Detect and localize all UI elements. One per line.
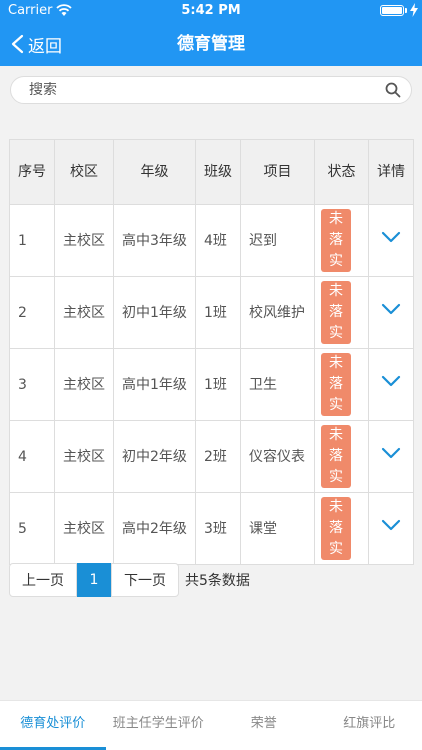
expand-chevron-down-icon[interactable] (379, 441, 403, 465)
header-index: 序号 (9, 139, 55, 205)
search-input[interactable] (29, 82, 385, 98)
cell-campus: 主校区 (54, 348, 114, 421)
records-table: 序号 校区 年级 班级 项目 状态 详情 1 主校区 高中3年级 4班 迟到 未… (9, 139, 414, 565)
table-row: 4 主校区 初中2年级 2班 仪容仪表 未落实 (9, 420, 414, 493)
cell-detail (368, 492, 414, 565)
header-class: 班级 (195, 139, 241, 205)
cell-index: 1 (9, 204, 55, 277)
expand-chevron-down-icon[interactable] (379, 513, 403, 537)
back-button[interactable]: 返回 (10, 22, 62, 66)
tab-red-flag-rating[interactable]: 红旗评比 (317, 701, 422, 750)
header-status: 状态 (314, 139, 369, 205)
battery-tip (405, 8, 407, 13)
tab-honors[interactable]: 荣誉 (211, 701, 317, 750)
table-row: 3 主校区 高中1年级 1班 卫生 未落实 (9, 348, 414, 421)
cell-grade: 高中2年级 (113, 492, 196, 565)
cell-grade: 初中1年级 (113, 276, 196, 349)
status-badge: 未落实 (321, 425, 351, 488)
cell-grade: 高中3年级 (113, 204, 196, 277)
cell-item: 仪容仪表 (240, 420, 315, 493)
cell-grade: 初中2年级 (113, 420, 196, 493)
status-badge: 未落实 (321, 281, 351, 344)
cell-class: 1班 (195, 348, 241, 421)
cell-status: 未落实 (314, 276, 369, 349)
expand-chevron-down-icon[interactable] (379, 369, 403, 393)
expand-chevron-down-icon[interactable] (379, 225, 403, 249)
battery-fill (382, 7, 402, 14)
cell-detail (368, 204, 414, 277)
table-header-row: 序号 校区 年级 班级 项目 状态 详情 (9, 139, 414, 205)
clock: 5:42 PM (181, 3, 241, 18)
table-row: 5 主校区 高中2年级 3班 课堂 未落实 (9, 492, 414, 565)
cell-status: 未落实 (314, 204, 369, 277)
cell-item: 课堂 (240, 492, 315, 565)
status-badge: 未落实 (321, 497, 351, 560)
tab-moral-office-evaluation[interactable]: 德育处评价 (0, 701, 106, 750)
cell-detail (368, 420, 414, 493)
cell-status: 未落实 (314, 420, 369, 493)
chevron-left-icon (11, 34, 24, 54)
table-row: 2 主校区 初中1年级 1班 校风维护 未落实 (9, 276, 414, 349)
cell-index: 2 (9, 276, 55, 349)
cell-class: 2班 (195, 420, 241, 493)
cell-index: 4 (9, 420, 55, 493)
cell-class: 4班 (195, 204, 241, 277)
total-count: 共5条数据 (185, 573, 250, 589)
table-row: 1 主校区 高中3年级 4班 迟到 未落实 (9, 204, 414, 277)
header-campus: 校区 (54, 139, 114, 205)
back-label: 返回 (28, 36, 62, 57)
battery-icon (380, 5, 404, 16)
header-item: 项目 (240, 139, 315, 205)
pagination: 上一页 1 下一页 共5条数据 (9, 563, 250, 597)
cell-campus: 主校区 (54, 204, 114, 277)
cell-grade: 高中1年级 (113, 348, 196, 421)
cell-index: 3 (9, 348, 55, 421)
search-icon[interactable] (385, 82, 401, 98)
charging-bolt-icon (410, 3, 418, 17)
page-1-button[interactable]: 1 (77, 563, 111, 597)
prev-page-button[interactable]: 上一页 (9, 563, 77, 597)
cell-detail (368, 276, 414, 349)
status-bar: Carrier 5:42 PM (0, 0, 422, 22)
cell-status: 未落实 (314, 348, 369, 421)
cell-campus: 主校区 (54, 420, 114, 493)
cell-status: 未落实 (314, 492, 369, 565)
search-bar (10, 76, 412, 104)
cell-detail (368, 348, 414, 421)
cell-index: 5 (9, 492, 55, 565)
status-badge: 未落实 (321, 353, 351, 416)
expand-chevron-down-icon[interactable] (379, 297, 403, 321)
cell-item: 迟到 (240, 204, 315, 277)
tab-teacher-student-evaluation[interactable]: 班主任学生评价 (106, 701, 212, 750)
cell-item: 校风维护 (240, 276, 315, 349)
header-grade: 年级 (113, 139, 196, 205)
next-page-button[interactable]: 下一页 (111, 563, 179, 597)
cell-item: 卫生 (240, 348, 315, 421)
bottom-tab-bar: 德育处评价 班主任学生评价 荣誉 红旗评比 (0, 700, 422, 750)
status-badge: 未落实 (321, 209, 351, 272)
cell-campus: 主校区 (54, 492, 114, 565)
cell-campus: 主校区 (54, 276, 114, 349)
header-detail: 详情 (368, 139, 414, 205)
cell-class: 3班 (195, 492, 241, 565)
page-title: 德育管理 (177, 34, 245, 54)
cell-class: 1班 (195, 276, 241, 349)
navigation-bar: 返回 德育管理 (0, 22, 422, 66)
